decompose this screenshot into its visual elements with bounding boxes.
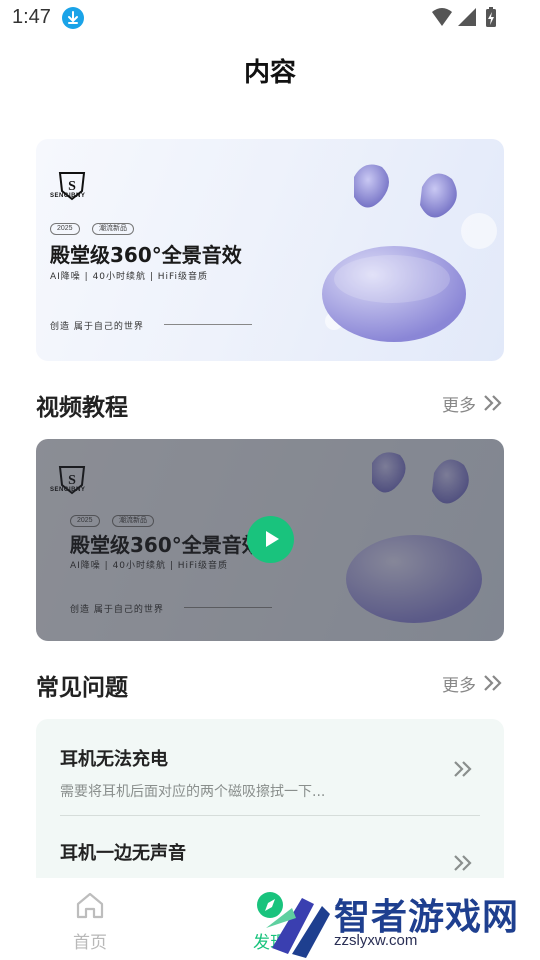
svg-text:S: S xyxy=(68,179,76,194)
download-icon xyxy=(62,7,84,29)
videos-more-link[interactable]: 更多 xyxy=(442,389,504,417)
promo-slogan: 创造 属于自己的世界 xyxy=(50,322,144,332)
brand-name: SENGIBNY xyxy=(50,193,86,199)
faq-title: 常见问题 xyxy=(36,675,128,701)
promo-features: AI降噪 | 40小时续航 | HiFi级音质 xyxy=(50,272,209,282)
faq-list: 耳机无法充电 需要将耳机后面对应的两个磁吸擦拭一下... 耳机一边无声音 xyxy=(36,719,504,879)
status-bar: 1:47 xyxy=(0,0,540,36)
signal-icon xyxy=(458,8,476,26)
watermark-logo xyxy=(266,898,330,958)
play-button[interactable] xyxy=(247,516,294,563)
double-chevron-icon xyxy=(484,675,502,691)
wifi-icon xyxy=(432,8,452,26)
watermark: 智者游戏网 zzslyxw.com xyxy=(262,888,540,960)
divider xyxy=(164,324,252,325)
status-icons xyxy=(430,6,500,30)
status-time: 1:47 xyxy=(12,6,51,28)
faq-more-link[interactable]: 更多 xyxy=(442,669,504,697)
home-icon xyxy=(76,892,104,919)
double-chevron-icon xyxy=(454,761,472,777)
more-label: 更多 xyxy=(442,395,476,416)
videos-title: 视频教程 xyxy=(36,395,128,421)
tab-home[interactable]: 首页 xyxy=(45,890,135,953)
tab-home-label: 首页 xyxy=(73,933,107,953)
watermark-url: zzslyxw.com xyxy=(334,932,418,949)
page-title: 内容 xyxy=(243,58,296,88)
faq-question: 耳机一边无声音 xyxy=(60,843,186,864)
faq-question: 耳机无法充电 xyxy=(60,749,168,770)
double-chevron-icon xyxy=(454,855,472,871)
faq-answer: 需要将耳机后面对应的两个磁吸擦拭一下... xyxy=(60,784,326,800)
year-tag: 2025 xyxy=(50,223,80,235)
faq-item[interactable]: 耳机一边无声音 xyxy=(60,839,480,871)
promo-headline: 殿堂级360°全景音效 xyxy=(50,243,242,267)
faq-divider xyxy=(60,815,480,816)
new-tag: 潮流新品 xyxy=(92,223,134,235)
faq-item[interactable]: 耳机无法充电 需要将耳机后面对应的两个磁吸擦拭一下... xyxy=(60,745,480,801)
double-chevron-icon xyxy=(484,395,502,411)
earbuds-image xyxy=(322,164,497,342)
promo-banner[interactable]: S SENGIBNY 2025 潮流新品 殿堂级360°全景音效 AI降噪 | … xyxy=(36,139,504,361)
video-card[interactable]: S SENGIBNY 2025 潮流新品 殿堂级360°全景音效 AI降噪 | … xyxy=(36,439,504,641)
more-label: 更多 xyxy=(442,675,476,696)
